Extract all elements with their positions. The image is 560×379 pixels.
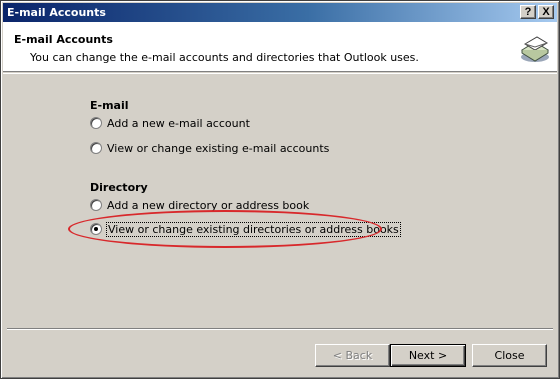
radio-label: Add a new e-mail account — [107, 116, 250, 130]
title-bar[interactable]: E-mail Accounts ? X — [3, 3, 557, 22]
radio-label: View or change existing e-mail accounts — [107, 141, 330, 155]
email-group-label: E-mail — [90, 99, 129, 112]
radio-view-email-accounts[interactable]: View or change existing e-mail accounts — [90, 140, 329, 156]
directory-group-label: Directory — [90, 181, 148, 194]
radio-add-directory[interactable]: Add a new directory or address book — [90, 197, 309, 213]
header-subtitle: You can change the e-mail accounts and d… — [30, 51, 419, 64]
close-button[interactable]: Close — [472, 344, 547, 367]
wizard-header: E-mail Accounts You can change the e-mai… — [3, 22, 557, 72]
help-button[interactable]: ? — [520, 5, 536, 19]
window-title: E-mail Accounts — [7, 6, 106, 19]
radio-view-directories[interactable]: View or change existing directories or a… — [90, 221, 401, 237]
back-button[interactable]: < Back — [315, 344, 390, 367]
close-window-button[interactable]: X — [538, 5, 554, 19]
radio-button[interactable] — [90, 117, 102, 129]
radio-add-email-account[interactable]: Add a new e-mail account — [90, 115, 250, 131]
header-title: E-mail Accounts — [14, 33, 113, 46]
email-accounts-icon — [521, 36, 549, 62]
header-divider — [3, 73, 557, 74]
radio-label: View or change existing directories or a… — [106, 221, 401, 237]
radio-button[interactable] — [90, 142, 102, 154]
footer-divider-highlight — [7, 329, 553, 330]
next-button[interactable]: Next > — [390, 344, 466, 367]
radio-button[interactable] — [90, 199, 102, 211]
radio-button-selected[interactable] — [90, 223, 102, 235]
radio-label: Add a new directory or address book — [107, 198, 310, 212]
email-accounts-dialog: E-mail Accounts ? X E-mail Accounts You … — [0, 0, 560, 379]
